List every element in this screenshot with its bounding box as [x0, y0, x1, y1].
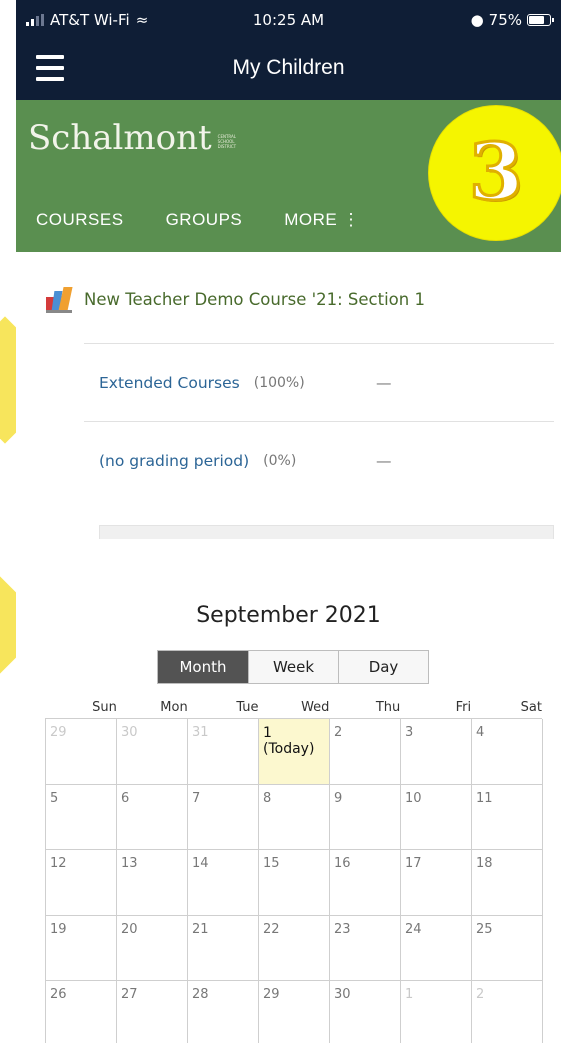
calendar-month-grid: 29 30 31 1 (Today) 2 3 4 5 6 7 8 9 10 11 12 13 14 15 16 17 1… [45, 718, 543, 1043]
calendar-day-cell[interactable]: 12 [46, 850, 117, 916]
grading-period-grade: — [376, 373, 392, 392]
calendar-day-cell[interactable]: 22 [259, 915, 330, 981]
calendar-day-cell[interactable]: 13 [117, 850, 188, 916]
weekday-label: Tue [236, 700, 259, 715]
course-title-row[interactable]: New Teacher Demo Course '21: Section 1 [46, 287, 425, 313]
day-view-button[interactable]: Day [338, 651, 428, 683]
battery-percent: 75% [488, 11, 522, 29]
calendar-day-cell[interactable]: 11 [472, 784, 543, 850]
calendar-week-row: 29 30 31 1 (Today) 2 3 4 [46, 719, 543, 785]
calendar-day-cell[interactable]: 4 [472, 719, 543, 785]
calendar-day-cell[interactable]: 28 [188, 981, 259, 1043]
calendar-day-cell[interactable]: 16 [330, 850, 401, 916]
calendar-week-row: 5 6 7 8 9 10 11 [46, 784, 543, 850]
calendar-day-cell[interactable]: 6 [117, 784, 188, 850]
school-logo-tag: CENTRAL SCHOOL DISTRICT [217, 134, 237, 149]
calendar-day-cell[interactable]: 17 [401, 850, 472, 916]
grading-period-name[interactable]: (no grading period) [99, 452, 249, 470]
school-logo: Schalmont CENTRAL SCHOOL DISTRICT [28, 118, 246, 158]
weekday-label: Sat [520, 700, 542, 715]
calendar-day-cell[interactable]: 5 [46, 784, 117, 850]
calendar-day-cell[interactable]: 30 [330, 981, 401, 1043]
calendar-day-cell[interactable]: 29 [259, 981, 330, 1043]
calendar-day-cell[interactable]: 14 [188, 850, 259, 916]
tab-courses[interactable]: COURSES [36, 210, 124, 230]
calendar-title: September 2021 [196, 603, 381, 628]
calendar-day-cell[interactable]: 10 [401, 784, 472, 850]
calendar-day-cell[interactable]: 24 [401, 915, 472, 981]
list-footer [99, 525, 554, 539]
calendar-day-cell[interactable]: 3 [401, 719, 472, 785]
weekday-label: Sun [92, 700, 117, 715]
weekday-label: Wed [301, 700, 330, 715]
status-bar: AT&T Wi-Fi ≈ 10:25 AM ● 75% [16, 0, 561, 40]
tab-groups[interactable]: GROUPS [166, 210, 243, 230]
calendar-day-cell[interactable]: 21 [188, 915, 259, 981]
calendar-day-cell[interactable]: 23 [330, 915, 401, 981]
calendar-day-cell[interactable]: 15 [259, 850, 330, 916]
grading-period-percent: (100%) [253, 374, 305, 391]
alarm-icon: ● [470, 11, 484, 29]
phone-screen: AT&T Wi-Fi ≈ 10:25 AM ● 75% My Children … [16, 0, 561, 1043]
battery-icon [527, 14, 554, 26]
calendar-day-cell[interactable]: 18 [472, 850, 543, 916]
calendar-day-cell[interactable]: 8 [259, 784, 330, 850]
calendar-day-cell[interactable]: 19 [46, 915, 117, 981]
calendar-day-cell[interactable]: 25 [472, 915, 543, 981]
weekday-label: Thu [375, 700, 401, 715]
weekday-label: Fri [455, 700, 472, 715]
calendar-day-cell[interactable]: 2 [472, 981, 543, 1043]
calendar-day-cell[interactable]: 2 [330, 719, 401, 785]
page-title: My Children [232, 56, 345, 79]
calendar-day-cell[interactable]: 1 [401, 981, 472, 1043]
weekday-label: Mon [160, 700, 188, 715]
status-right: ● 75% [470, 11, 554, 29]
grading-period-name[interactable]: Extended Courses [99, 374, 240, 392]
calendar-day-cell[interactable]: 30 [117, 719, 188, 785]
nav-bar: My Children [16, 40, 561, 100]
week-view-button[interactable]: Week [248, 651, 338, 683]
weekday-header-row: Sun Mon Tue Wed Thu Fri Sat [46, 700, 542, 715]
calendar-week-row: 26 27 28 29 30 1 2 [46, 981, 543, 1043]
grading-period-grade: — [376, 451, 392, 470]
grading-period-list: Extended Courses (100%) — (no grading pe… [84, 343, 554, 539]
step-number-badge: 3 [429, 106, 561, 240]
school-header: Schalmont CENTRAL SCHOOL DISTRICT COURSE… [16, 100, 561, 252]
month-view-button[interactable]: Month [158, 651, 248, 683]
calendar-day-cell[interactable]: 9 [330, 784, 401, 850]
school-logo-text: Schalmont [28, 118, 212, 158]
calendar-day-cell[interactable]: 20 [117, 915, 188, 981]
calendar-day-today[interactable]: 1 (Today) [259, 719, 330, 785]
calendar-day-cell[interactable]: 7 [188, 784, 259, 850]
calendar-week-row: 12 13 14 15 16 17 18 [46, 850, 543, 916]
calendar-day-cell[interactable]: 26 [46, 981, 117, 1043]
tab-more[interactable]: MORE ⋮ [284, 210, 360, 230]
grading-period-row[interactable]: (no grading period) (0%) — [84, 422, 554, 499]
calendar-day-cell[interactable]: 31 [188, 719, 259, 785]
books-icon [46, 287, 73, 313]
calendar-day-cell[interactable]: 27 [117, 981, 188, 1043]
calendar-week-row: 19 20 21 22 23 24 25 [46, 915, 543, 981]
calendar-day-cell[interactable]: 29 [46, 719, 117, 785]
course-title[interactable]: New Teacher Demo Course '21: Section 1 [84, 290, 425, 309]
grading-period-row[interactable]: Extended Courses (100%) — [84, 344, 554, 421]
calendar-view-toggle: Month Week Day [157, 650, 429, 684]
header-tabs: COURSES GROUPS MORE ⋮ [36, 210, 360, 230]
grading-period-percent: (0%) [263, 452, 297, 469]
screen: AT&T Wi-Fi ≈ 10:25 AM ● 75% My Children … [0, 0, 561, 1043]
